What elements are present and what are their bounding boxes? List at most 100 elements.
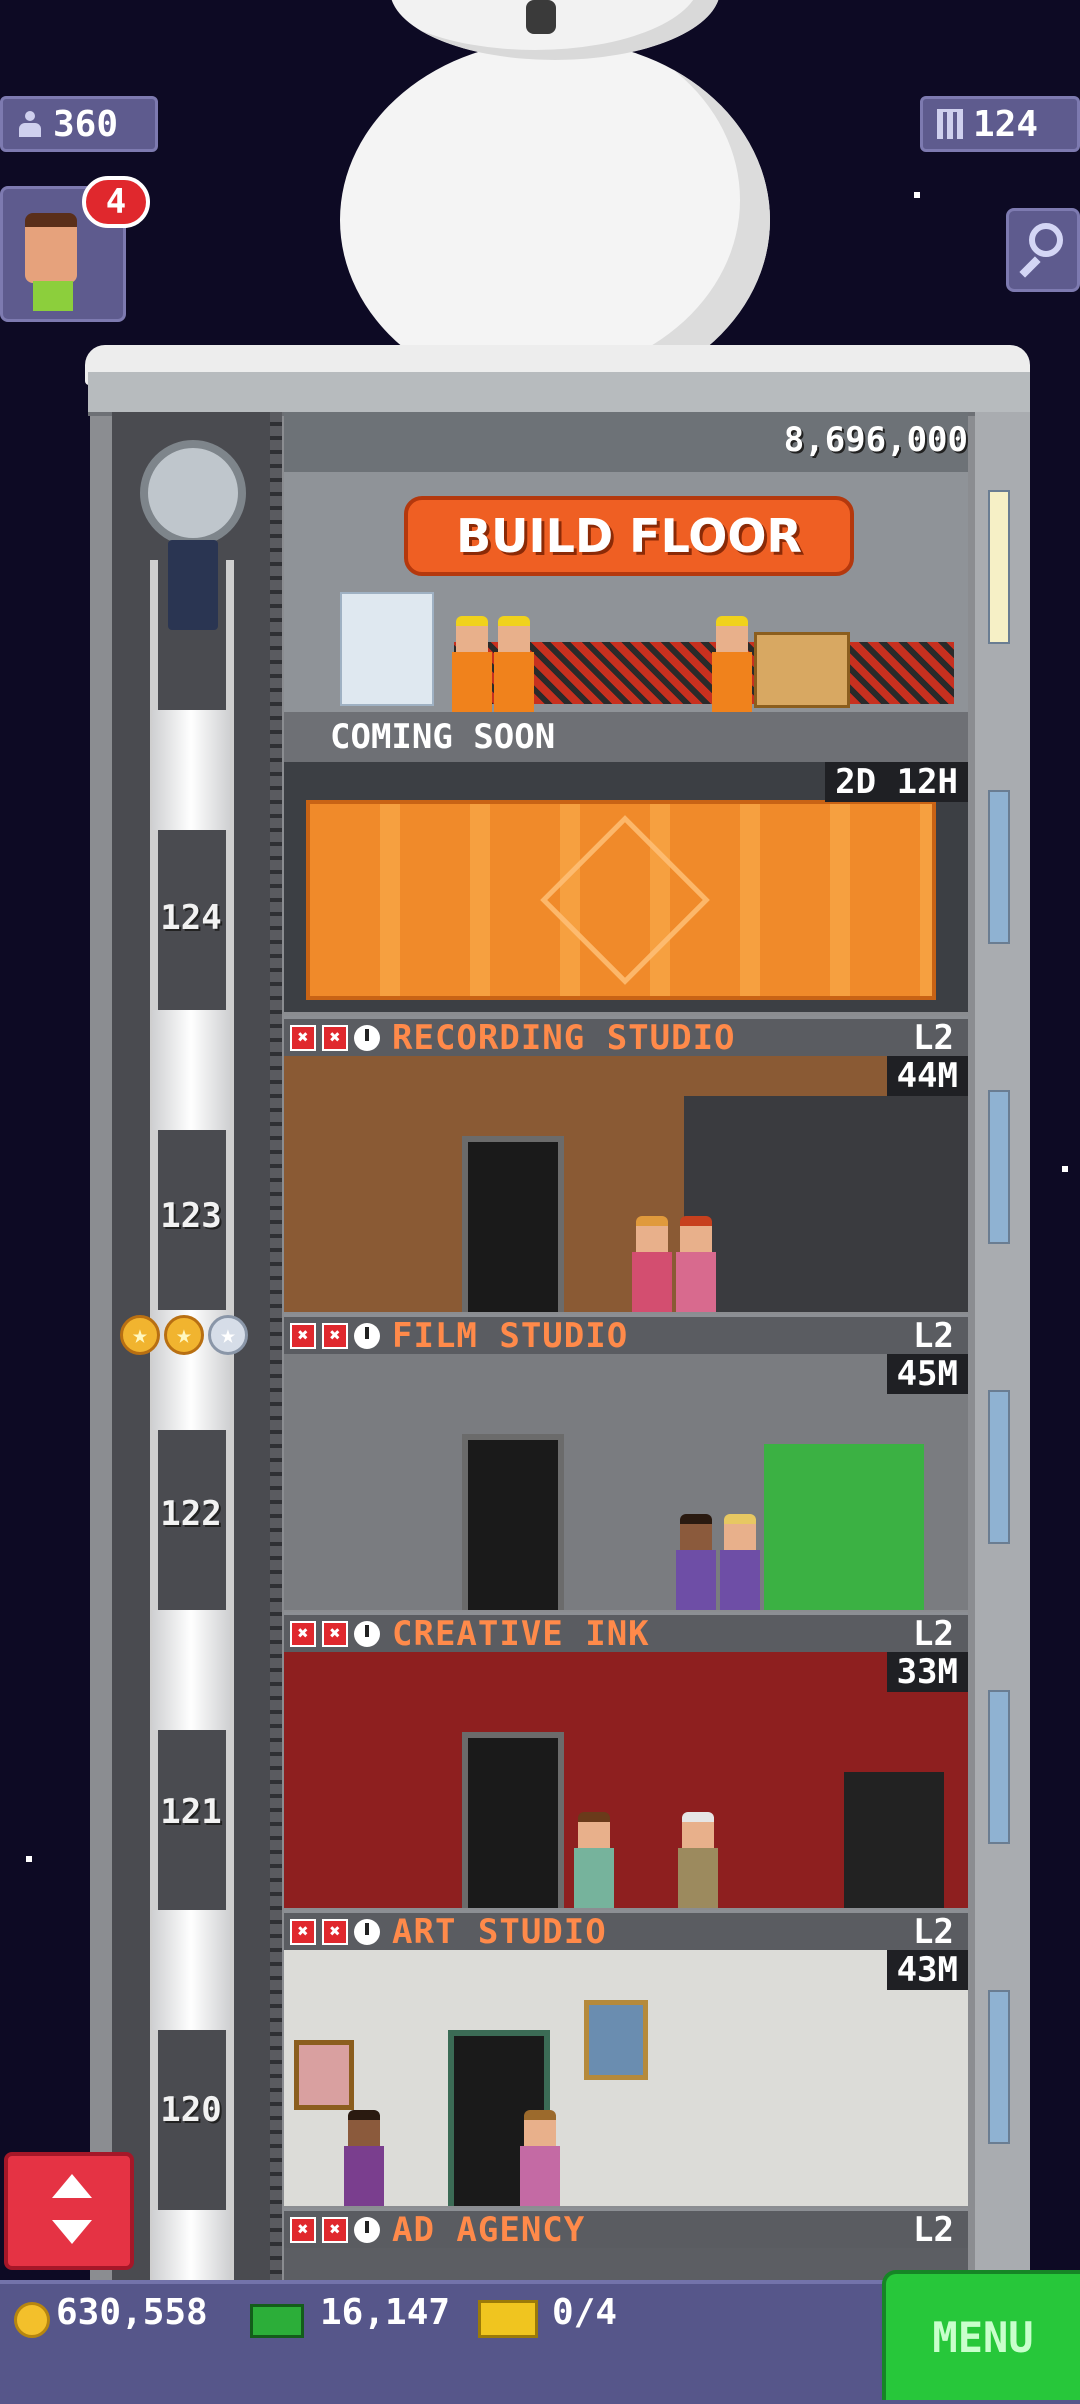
elevator-pulley [140,440,246,546]
floor-number: 124 [160,898,222,938]
construction-worker [712,616,752,712]
floor-room[interactable]: 33M [284,1652,968,1908]
x-icon: ✖ [322,2216,348,2243]
elevator-up-down-button[interactable] [4,2152,134,2270]
tickets-value[interactable]: 0/4 [552,2292,617,2333]
clock-icon [354,1918,380,1945]
tattoo-chair [844,1772,944,1908]
person-icon [17,111,43,137]
coming-soon-timer: 2D 12H [825,762,968,802]
clock-icon [354,1322,380,1349]
construction-worker [452,616,492,712]
population-value: 360 [53,103,119,145]
floor-label-bar[interactable]: ✖ ✖ FILM STUDIO L2 [284,1314,968,1356]
notification-badge: 4 [82,176,150,228]
floor-label-bar[interactable]: ✖ ✖ ART STUDIO L2 [284,1910,968,1952]
painting [584,2000,648,2080]
painting [294,2040,354,2110]
restock-timer: 43M [886,1950,968,1990]
elevator-star-rating[interactable]: ★ ★ ★ [120,1315,248,1355]
coin-icon [14,2302,50,2338]
clock-icon [354,1024,380,1051]
x-icon: ✖ [322,1620,348,1647]
floor-label-bar[interactable]: ✖ ✖ CREATIVE INK L2 [284,1612,968,1654]
avatar [25,213,77,283]
gold-star-icon: ★ [120,1315,160,1355]
elevator-motor [168,540,218,630]
coins-value[interactable]: 630,558 [56,2292,208,2333]
bitizen [676,1514,716,1610]
floor-counter[interactable]: 124 [920,96,1080,152]
avatar-shirt [33,281,73,311]
bux-value[interactable]: 16,147 [320,2292,450,2333]
elevator-light [152,1610,230,1730]
floor-level: L2 [913,1911,954,1952]
population-counter[interactable]: 360 [0,96,158,152]
floor-room[interactable] [284,2248,968,2280]
tower-window [988,490,1010,644]
tower-window [988,1090,1010,1244]
bitizen [520,2110,560,2206]
recording-booth [684,1096,968,1312]
x-icon: ✖ [290,1322,316,1349]
floor-level: L2 [913,1315,954,1356]
x-icon: ✖ [322,1918,348,1945]
floor-room[interactable]: 45M [284,1354,968,1610]
tower-window [988,1690,1010,1844]
bitizen [632,1216,672,1312]
build-floor-price: 8,696,000 [783,420,968,460]
bux-icon [250,2304,304,2338]
floor-name: ART STUDIO [392,1911,607,1952]
floor-level: L2 [913,1613,954,1654]
restock-timer: 33M [886,1652,968,1692]
build-floor-button[interactable]: BUILD FLOOR [404,496,854,576]
search-button[interactable] [1006,208,1080,292]
green-screen [764,1444,924,1610]
x-icon: ✖ [322,1322,348,1349]
floor-label-bar[interactable]: ✖ ✖ AD AGENCY L2 [284,2208,968,2250]
floor-level: L2 [913,1017,954,1058]
elevator-rail [270,412,282,2282]
bitizen [676,1216,716,1312]
bitizen [344,2110,384,2206]
floor-number: 122 [160,1494,222,1534]
floor-number: 121 [160,1792,222,1832]
bitizen [720,1514,760,1610]
crate [754,632,850,708]
tower-window [988,1390,1010,1544]
room-door [462,1434,564,1610]
room-door [462,1732,564,1908]
floor-name: FILM STUDIO [392,1315,629,1356]
room-door [462,1136,564,1312]
floor-room[interactable]: 44M [284,1056,968,1312]
elevator-light [152,2210,230,2280]
ticket-icon [478,2300,538,2338]
x-icon: ✖ [290,1620,316,1647]
floor-room[interactable]: 43M [284,1950,968,2206]
sky-star [26,1856,32,1862]
elevator-light [152,1910,230,2030]
clock-icon [354,1620,380,1647]
sky-star [1062,1166,1068,1172]
glass-pane [340,592,434,706]
x-icon: ✖ [290,1024,316,1051]
snowman-nose [526,0,556,34]
restock-timer: 44M [886,1056,968,1096]
bitizen [574,1812,614,1908]
floor-label-bar[interactable]: ✖ ✖ RECORDING STUDIO L2 [284,1016,968,1058]
tower-window [988,790,1010,944]
sky-star [914,192,920,198]
tower-window [988,1990,1010,2144]
floor-number: 123 [160,1196,222,1236]
tower-roof [88,372,1030,416]
floor-name: AD AGENCY [392,2209,586,2250]
silver-star-icon: ★ [208,1315,248,1355]
floor-name: CREATIVE INK [392,1613,650,1654]
elevator-light [152,1010,230,1130]
floor-number: 120 [160,2090,222,2130]
floor-name: RECORDING STUDIO [392,1017,736,1058]
gold-star-icon: ★ [164,1315,204,1355]
building-icon [937,109,963,139]
floor-count-value: 124 [973,103,1039,145]
menu-button[interactable]: MENU [882,2270,1080,2400]
